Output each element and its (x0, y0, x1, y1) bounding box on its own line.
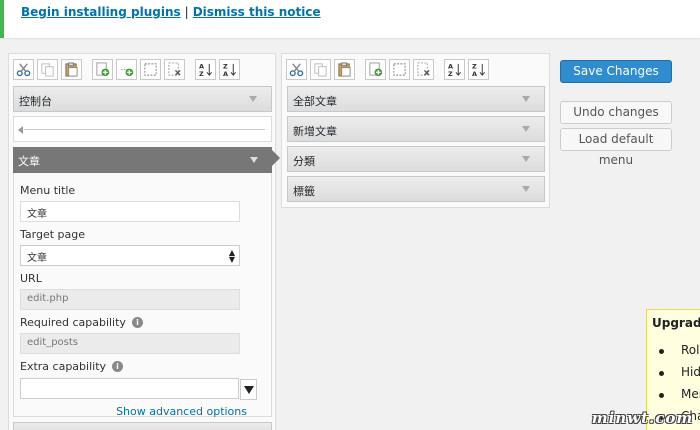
sort-ascending-button[interactable]: AZ (444, 59, 465, 80)
select-button[interactable] (389, 59, 410, 80)
select-arrows-icon: ▲ ▼ (228, 248, 235, 264)
required-capability-input[interactable]: edit_posts (20, 333, 240, 354)
sort-desc-icon: ZA (223, 63, 236, 77)
extra-capability-combobox[interactable] (20, 378, 257, 400)
menu-separator[interactable] (13, 116, 272, 142)
target-page-value: 文章 (27, 253, 47, 264)
delete-icon (168, 62, 181, 76)
top-level-menu-panel: AZ ZA 控制台 文章 Menu title 文章 Target page 文… (8, 53, 280, 430)
cut-button[interactable] (13, 59, 34, 80)
submenu-item-tags[interactable]: 標籤 (287, 176, 545, 202)
url-input[interactable]: edit.php (20, 289, 240, 310)
sort-ascending-button[interactable]: AZ (195, 59, 216, 80)
submenu-item-label: 新增文章 (293, 125, 337, 138)
copy-icon (314, 63, 327, 77)
select-icon (144, 63, 157, 76)
chevron-down-icon[interactable] (249, 96, 257, 102)
list-item: Hide (657, 365, 700, 387)
help-icon[interactable]: i (131, 317, 143, 328)
menu-item-label: 文章 (18, 155, 40, 168)
chevron-down-icon[interactable] (522, 156, 530, 162)
cut-button[interactable] (286, 59, 307, 80)
load-default-menu-button[interactable]: Load default menu (560, 128, 672, 167)
svg-text:Z: Z (448, 70, 453, 77)
new-separator-button[interactable] (116, 59, 137, 80)
delete-button[interactable] (413, 59, 434, 80)
top-menu-toolbar: AZ ZA (13, 59, 243, 81)
submenu-item-label: 標籤 (293, 185, 315, 198)
submenu-toolbar: AZ ZA (286, 59, 492, 81)
chevron-down-icon[interactable] (522, 186, 530, 192)
paste-button[interactable] (61, 59, 82, 80)
menu-title-label: Menu title (20, 184, 76, 197)
target-page-select[interactable]: 文章 ▲ ▼ (20, 245, 240, 266)
upgrade-title: Upgrade (652, 316, 700, 330)
extra-capability-label: Extra capability i (20, 360, 124, 373)
show-advanced-options-link[interactable]: Show advanced options (116, 405, 247, 418)
extra-capability-text: Extra capability (20, 360, 107, 373)
extra-capability-dropdown-button[interactable] (240, 379, 257, 400)
save-changes-button[interactable]: Save Changes (560, 60, 672, 83)
select-button[interactable] (140, 59, 161, 80)
new-menu-button[interactable] (365, 59, 386, 80)
separator-handle-icon (18, 126, 23, 134)
menu-item-editor: Menu title 文章 Target page 文章 ▲ ▼ URL edit… (13, 173, 272, 418)
select-icon (393, 63, 406, 76)
submenu-item-all-posts[interactable]: 全部文章 (287, 86, 545, 112)
submenu-item-categories[interactable]: 分類 (287, 146, 545, 172)
submenu-item-add-new[interactable]: 新增文章 (287, 116, 545, 142)
sort-asc-icon: AZ (448, 63, 461, 77)
submenu-item-label: 分類 (293, 155, 315, 168)
chevron-down-icon[interactable] (522, 96, 530, 102)
delete-icon (417, 62, 430, 76)
separator-line (24, 129, 265, 130)
menu-title-input[interactable]: 文章 (20, 201, 240, 222)
sort-asc-icon: AZ (199, 63, 212, 77)
target-page-label: Target page (20, 228, 86, 241)
copy-button[interactable] (37, 59, 58, 80)
undo-changes-button[interactable]: Undo changes (560, 101, 672, 124)
notice-links: Begin installing plugins | Dismiss this no… (21, 5, 321, 19)
submenu-item-label: 全部文章 (293, 95, 337, 108)
svg-text:A: A (472, 70, 478, 77)
svg-text:Z: Z (199, 70, 204, 77)
watermark: minwt.com (585, 405, 700, 430)
paste-button[interactable] (334, 59, 355, 80)
sort-desc-icon: ZA (472, 63, 485, 77)
menu-item-next[interactable] (13, 422, 272, 430)
list-item: Role (657, 343, 700, 365)
delete-button[interactable] (164, 59, 185, 80)
active-item-pointer (272, 150, 280, 166)
copy-icon (41, 63, 54, 77)
menu-item-dashboard[interactable]: 控制台 (13, 86, 272, 112)
cut-icon (16, 63, 31, 77)
required-capability-text: Required capability (20, 316, 126, 329)
caret-down-icon (243, 385, 254, 394)
notice-separator: | (184, 5, 189, 19)
submenu-panel: AZ ZA 全部文章 新增文章 分類 標籤 (281, 53, 550, 208)
watermark-text: minwt.com (591, 408, 694, 427)
dismiss-notice-link[interactable]: Dismiss this notice (193, 5, 321, 19)
new-menu-icon (369, 62, 383, 77)
admin-notice: Begin installing plugins | Dismiss this no… (0, 0, 700, 38)
new-menu-icon (96, 62, 110, 77)
menu-item-posts-active[interactable]: 文章 (13, 147, 272, 173)
paste-icon (65, 62, 78, 77)
cut-icon (289, 63, 304, 77)
chevron-down-icon[interactable] (522, 126, 530, 132)
sort-descending-button[interactable]: ZA (219, 59, 240, 80)
required-capability-label: Required capability i (20, 316, 143, 329)
chevron-down-icon[interactable] (250, 157, 258, 163)
begin-installing-plugins-link[interactable]: Begin installing plugins (21, 5, 181, 19)
new-menu-button[interactable] (92, 59, 113, 80)
new-separator-icon (120, 68, 134, 77)
svg-text:A: A (223, 70, 229, 77)
sort-descending-button[interactable]: ZA (468, 59, 489, 80)
menu-item-label: 控制台 (19, 95, 52, 108)
paste-icon (338, 62, 351, 77)
copy-button[interactable] (310, 59, 331, 80)
help-icon[interactable]: i (112, 361, 124, 372)
url-label: URL (20, 272, 42, 285)
